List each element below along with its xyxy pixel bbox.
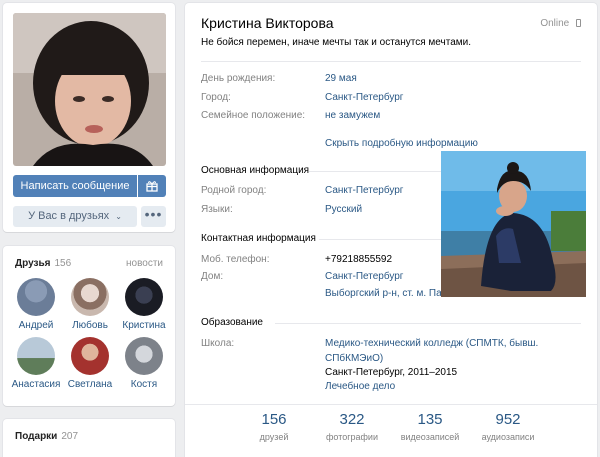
profile-counters: 156 друзей 322 фотографии 135 видеозапис… (185, 411, 597, 451)
friend-item[interactable]: Костя (117, 337, 171, 390)
more-actions-button[interactable]: ••• (141, 206, 166, 227)
toggle-details-link[interactable]: Скрыть подробную информацию (325, 138, 478, 149)
friend-avatar (17, 337, 55, 375)
friend-avatar (125, 337, 163, 375)
friends-news-link[interactable]: новости (126, 258, 163, 269)
section-contact-title: Контактная информация (201, 233, 316, 244)
counter-value: 135 (417, 411, 443, 428)
friend-name: Светлана (67, 379, 113, 390)
profile-status[interactable]: Не бойся перемен, иначе мечты так и оста… (201, 37, 471, 48)
info-label: Город: (201, 92, 231, 103)
phone-icon (576, 19, 581, 27)
gifts-count: 207 (61, 431, 79, 442)
in-friends-label: У Вас в друзьях (28, 210, 110, 222)
gift-button[interactable] (138, 175, 166, 197)
counter-value: 156 (261, 411, 287, 428)
divider (185, 404, 597, 405)
friend-name: Любовь (72, 320, 108, 331)
chevron-down-icon: ⌄ (115, 212, 122, 221)
info-value-link[interactable]: 29 мая (325, 73, 357, 84)
info-value-link[interactable]: не замужем (325, 110, 380, 121)
friend-item[interactable]: Андрей (9, 278, 63, 331)
counter-label: фотографии (326, 432, 378, 442)
profile-avatar[interactable] (13, 13, 166, 166)
info-value-link[interactable]: Лечебное дело (325, 381, 395, 392)
counter-label: видеозаписей (400, 432, 460, 442)
friend-name: Кристина (122, 320, 166, 331)
info-label: День рождения: (201, 73, 276, 84)
info-label: Школа: (201, 338, 235, 349)
overlay-photo (441, 151, 586, 297)
page-title: Кристина Викторова (201, 15, 334, 31)
divider (201, 61, 581, 62)
info-value-link[interactable]: Медико-технический колледж (СПМТК, бывш. (325, 338, 538, 349)
online-label: Online (540, 18, 570, 29)
friend-avatar (125, 278, 163, 316)
friends-title[interactable]: Друзья 156 (15, 258, 71, 269)
friend-avatar (17, 278, 55, 316)
friend-name: Костя (130, 379, 158, 390)
friends-count: 156 (54, 258, 72, 269)
friend-item[interactable]: Светлана (63, 337, 117, 390)
friend-avatar (71, 278, 109, 316)
counter-value: 952 (495, 411, 521, 428)
section-main-title: Основная информация (201, 165, 310, 176)
friend-avatar (71, 337, 109, 375)
counter-value: 322 (339, 411, 365, 428)
friend-name: Андрей (18, 320, 54, 331)
gifts-title-label: Подарки (15, 431, 58, 442)
online-status: Online (540, 18, 581, 29)
friend-item[interactable]: Кристина (117, 278, 171, 331)
info-value-link[interactable]: Выборгский р-н, ст. м. Па (325, 288, 442, 299)
friend-item[interactable]: Любовь (63, 278, 117, 331)
info-label: Семейное положение: (201, 110, 306, 121)
friend-name: Анастасия (11, 379, 61, 390)
gift-icon (146, 181, 158, 192)
section-education-title: Образование (201, 317, 263, 328)
info-label: Дом: (201, 271, 224, 282)
info-value-link[interactable]: Санкт-Петербург (325, 185, 403, 196)
send-message-button[interactable]: Написать сообщение (13, 175, 137, 197)
in-friends-button[interactable]: У Вас в друзьях ⌄ (13, 206, 137, 227)
info-value-link[interactable]: СПбКМЭиО) (325, 353, 383, 364)
gifts-block: Подарки 207 (3, 419, 175, 457)
info-value: +79218855592 (325, 254, 393, 265)
counter-photos[interactable]: 322 фотографии (313, 411, 391, 451)
friends-grid: Андрей Любовь Кристина Анастасия Светлан… (9, 278, 171, 390)
info-label: Языки: (201, 204, 233, 215)
counter-label: друзей (259, 432, 289, 442)
info-value-link[interactable]: Санкт-Петербург (325, 271, 403, 282)
friends-block: Друзья 156 новости Андрей Любовь Кристина… (3, 246, 175, 406)
counter-label: аудиозаписи (481, 432, 535, 442)
info-label: Родной город: (201, 185, 267, 196)
info-label: Моб. телефон: (201, 254, 270, 265)
friend-item[interactable]: Анастасия (9, 337, 63, 390)
counter-videos[interactable]: 135 видеозаписей (391, 411, 469, 451)
info-value: Санкт-Петербург, 2011–2015 (325, 367, 458, 378)
avatar-card: Написать сообщение У Вас в друзьях ⌄ ••• (3, 3, 175, 232)
gifts-title[interactable]: Подарки 207 (15, 431, 78, 442)
counter-audio[interactable]: 952 аудиозаписи (469, 411, 547, 451)
info-value-link[interactable]: Русский (325, 204, 362, 215)
section-divider (275, 323, 581, 324)
counter-friends[interactable]: 156 друзей (235, 411, 313, 451)
info-value-link[interactable]: Санкт-Петербург (325, 92, 403, 103)
friends-title-label: Друзья (15, 258, 51, 269)
